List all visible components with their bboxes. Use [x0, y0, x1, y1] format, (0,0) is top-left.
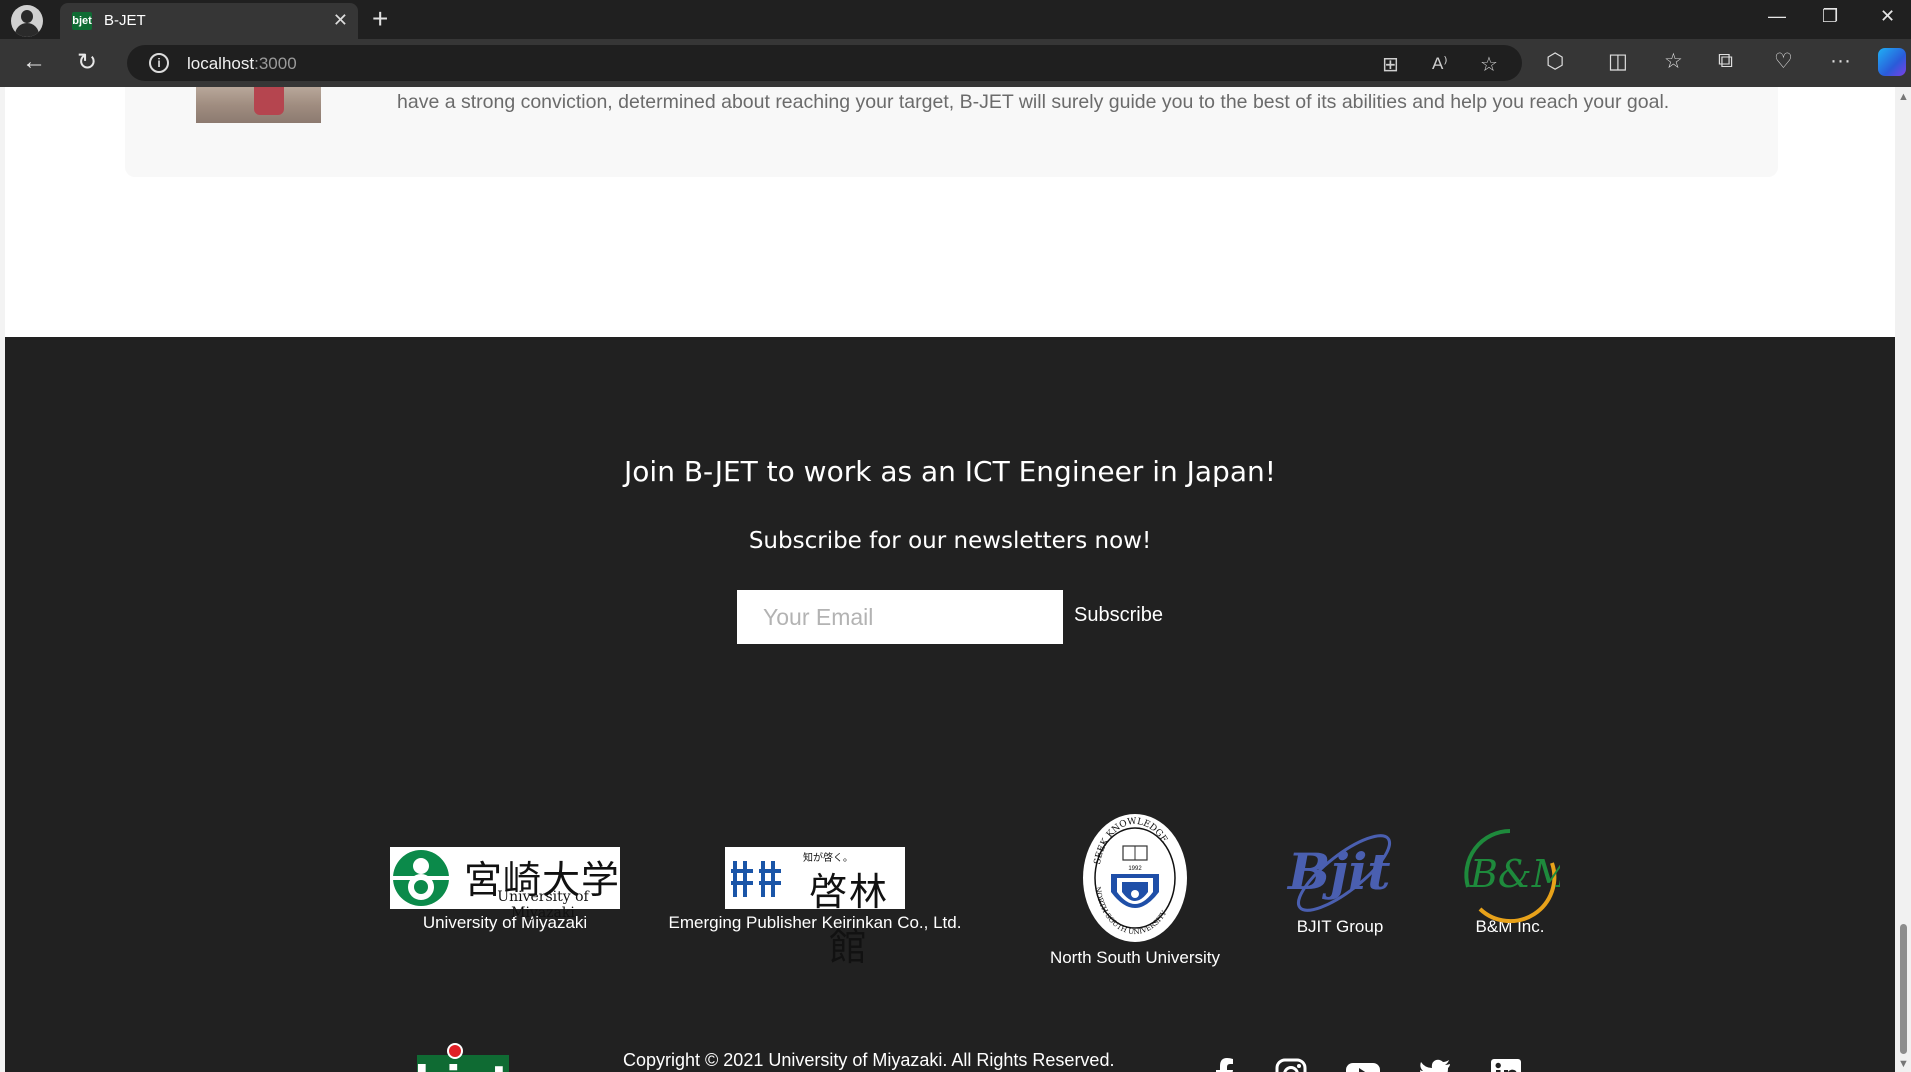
email-input[interactable] [737, 590, 1063, 644]
bjit-logo-text: Bjit [1286, 842, 1390, 901]
bm-logo-icon: B&M [1460, 827, 1572, 924]
favorites-icon[interactable]: ☆ [1664, 49, 1683, 74]
new-tab-icon[interactable]: + [372, 4, 388, 34]
more-menu-icon[interactable]: ··· [1830, 49, 1851, 73]
nsu-seal-year: 1992 [1128, 866, 1142, 872]
testimonial-text: have a strong conviction, determined abo… [397, 91, 1670, 113]
facebook-icon[interactable] [1208, 1057, 1242, 1072]
app-available-icon[interactable]: ⊞ [1382, 52, 1399, 77]
read-aloud-icon[interactable]: A⁾ [1432, 54, 1448, 74]
bjet-footer-logo-icon[interactable]: bjet [413, 1041, 513, 1072]
browser-titlebar: bjet B-JET ✕ + — ❐ ✕ [0, 0, 1911, 39]
scroll-up-icon[interactable]: ▲ [1898, 91, 1909, 103]
scrollbar-thumb[interactable] [1900, 924, 1907, 1054]
tab-close-icon[interactable]: ✕ [333, 10, 348, 31]
keirinkan-logo-jp: 啓林館 [808, 870, 889, 969]
page-scrollbar[interactable]: ▲ ▼ [1895, 87, 1911, 1072]
site-info-icon[interactable]: i [149, 53, 169, 73]
partner-keirinkan[interactable]: 知が啓く。 啓林館 Emerging Publisher Keirinkan C… [645, 847, 985, 969]
miyazaki-logo-en: University of Miyazaki [497, 889, 589, 921]
back-icon[interactable]: ← [22, 48, 46, 76]
profile-avatar[interactable] [11, 5, 43, 37]
miyazaki-logo-icon: 宮崎大学 University of Miyazaki [390, 847, 620, 921]
address-bar[interactable]: i localhost:3000 ⊞ A⁾ ☆ [127, 45, 1522, 81]
minimize-icon[interactable]: — [1768, 6, 1786, 27]
browser-toolbar: ← ↻ i localhost:3000 ⊞ A⁾ ☆ ⬡ ◫ ☆ ⧉ ♡ ··… [0, 39, 1911, 87]
scroll-down-icon[interactable]: ▼ [1898, 1058, 1909, 1070]
partner-north-south-university[interactable]: SEEK KNOWLEDGE NORTH SOUTH UNIVERSITY 19… [1025, 812, 1245, 968]
instagram-icon[interactable] [1274, 1057, 1308, 1072]
copilot-icon[interactable] [1878, 48, 1906, 76]
youtube-icon[interactable] [1345, 1057, 1381, 1072]
partner-caption: North South University [1049, 948, 1221, 967]
tab-title: B-JET [104, 12, 146, 29]
testimonial-photo [196, 87, 321, 123]
footer-heading: Join B-JET to work as an ICT Engineer in… [624, 455, 1276, 488]
close-window-icon[interactable]: ✕ [1880, 6, 1895, 27]
browser-essentials-icon[interactable]: ♡ [1774, 49, 1793, 74]
partner-bjit-group[interactable]: Bjit BJIT Group [1275, 827, 1405, 937]
copyright-text: Copyright © 2021 University of Miyazaki.… [623, 1050, 1115, 1070]
testimonial-card: have a strong conviction, determined abo… [125, 87, 1778, 177]
browser-tab[interactable]: bjet B-JET ✕ [60, 3, 358, 39]
keirinkan-logo-icon: 知が啓く。 啓林館 [725, 847, 905, 969]
bjet-favicon-icon: bjet [72, 12, 92, 30]
linkedin-icon[interactable] [1489, 1057, 1523, 1072]
nsu-seal-icon: SEEK KNOWLEDGE NORTH SOUTH UNIVERSITY 19… [1081, 812, 1189, 944]
extensions-icon[interactable]: ⬡ [1546, 49, 1564, 74]
subscribe-button[interactable]: Subscribe [1074, 604, 1163, 627]
refresh-icon[interactable]: ↻ [77, 48, 97, 77]
partner-university-of-miyazaki[interactable]: 宮崎大学 University of Miyazaki University o… [390, 847, 620, 933]
restore-icon[interactable]: ❐ [1822, 6, 1838, 27]
bm-logo-text: B&M [1469, 852, 1560, 896]
twitter-icon[interactable] [1418, 1057, 1452, 1072]
collections-icon[interactable]: ⧉ [1718, 49, 1733, 73]
bjit-logo-icon: Bjit [1282, 827, 1398, 923]
bjet-footer-logo-text: bjet [414, 1057, 511, 1072]
partner-bm-inc[interactable]: B&M B&M Inc. [1455, 827, 1572, 937]
address-text[interactable]: localhost:3000 [187, 54, 297, 74]
page-viewport: have a strong conviction, determined abo… [5, 87, 1895, 1072]
split-screen-icon[interactable]: ◫ [1608, 49, 1628, 74]
site-footer: Join B-JET to work as an ICT Engineer in… [5, 337, 1895, 1072]
favorite-star-icon[interactable]: ☆ [1480, 52, 1498, 77]
newsletter-subheading: Subscribe for our newsletters now! [748, 528, 1152, 554]
